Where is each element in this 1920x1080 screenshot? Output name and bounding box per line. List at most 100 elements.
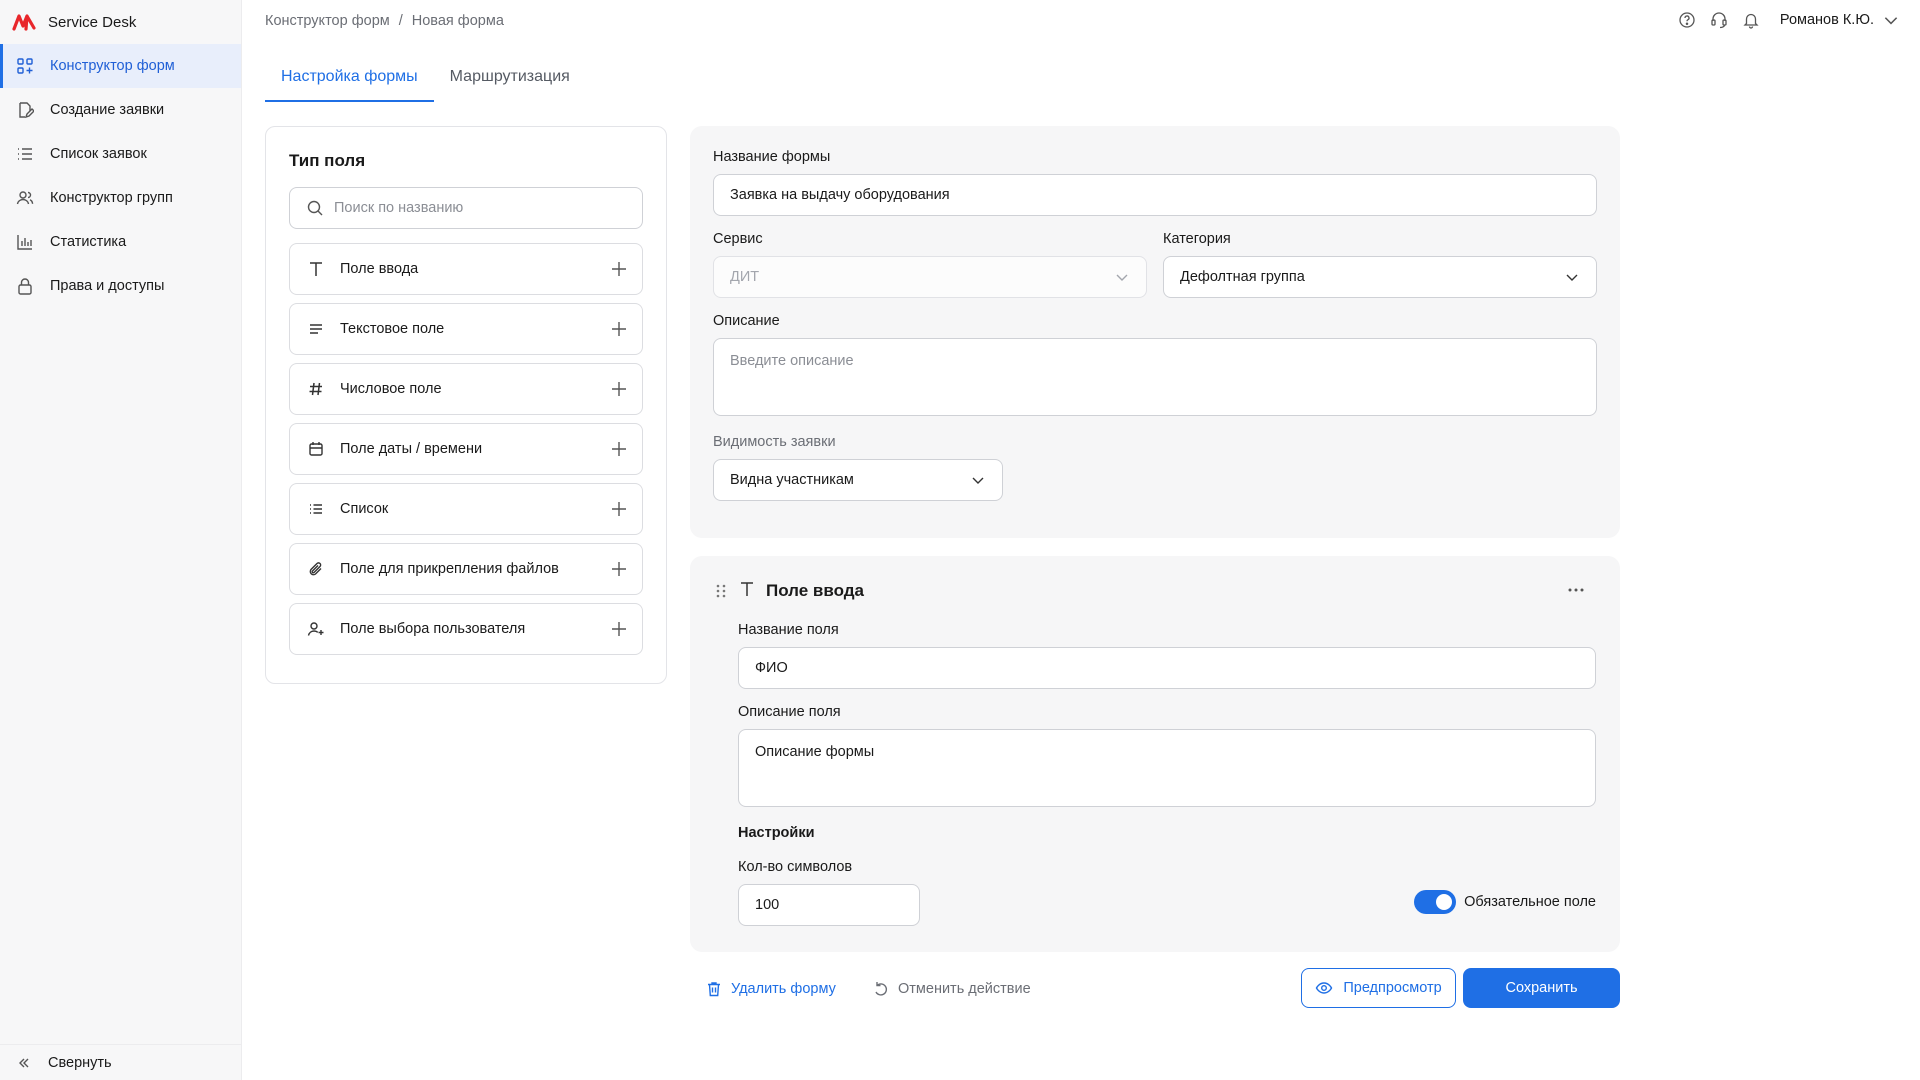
preview-button[interactable]: Предпросмотр bbox=[1301, 968, 1456, 1008]
collapse-label: Свернуть bbox=[48, 1054, 112, 1071]
category-select[interactable]: Дефолтная группа bbox=[1163, 256, 1597, 298]
eye-icon bbox=[1316, 982, 1333, 994]
hash-icon bbox=[309, 382, 322, 396]
chart-icon bbox=[17, 235, 32, 250]
more-options-icon[interactable] bbox=[1566, 580, 1586, 600]
drag-handle-icon[interactable] bbox=[714, 583, 728, 599]
category-value: Дефолтная группа bbox=[1180, 269, 1305, 285]
text-t-icon bbox=[310, 262, 322, 276]
description-textarea[interactable]: Введите описание bbox=[713, 338, 1597, 416]
paperclip-icon bbox=[309, 562, 322, 576]
add-icon[interactable] bbox=[610, 560, 628, 578]
add-icon[interactable] bbox=[610, 320, 628, 338]
required-toggle[interactable] bbox=[1414, 890, 1457, 914]
user-add-icon-wrap bbox=[306, 619, 326, 639]
category-label: Категория bbox=[1163, 231, 1231, 247]
add-icon[interactable] bbox=[610, 440, 628, 458]
field-type-label: Поле выбора пользователя bbox=[340, 621, 526, 637]
visibility-value: Видна участникам bbox=[730, 472, 854, 488]
field-card-title: Поле ввода bbox=[766, 581, 865, 600]
field-type-number[interactable]: Числовое поле bbox=[289, 363, 643, 415]
notification-bell-icon[interactable] bbox=[1742, 11, 1760, 29]
sidebar: Service Desk Конструктор форм Создание з… bbox=[0, 0, 242, 1080]
form-settings-card: Название формы Заявка на выдачу оборудов… bbox=[690, 126, 1620, 538]
group-icon bbox=[16, 191, 34, 205]
app-name: Service Desk bbox=[48, 13, 137, 31]
sidebar-item-label: Создание заявки bbox=[50, 102, 165, 118]
user-add-icon bbox=[307, 622, 324, 636]
chevron-down-icon bbox=[1884, 17, 1898, 25]
list-icon bbox=[18, 148, 32, 160]
field-description-textarea[interactable]: Описание формы bbox=[738, 729, 1596, 807]
add-icon[interactable] bbox=[610, 620, 628, 638]
text-lines-icon bbox=[310, 324, 322, 334]
breadcrumb: Конструктор форм / Новая форма bbox=[265, 13, 504, 29]
delete-form-button[interactable]: Удалить форму bbox=[705, 980, 836, 998]
char-count-group: Кол-во символов 100 bbox=[738, 859, 920, 926]
field-type-list[interactable]: Список bbox=[289, 483, 643, 535]
topbar: Конструктор форм / Новая форма Романов К… bbox=[242, 0, 1920, 44]
tab-form-settings[interactable]: Настройка формы bbox=[265, 56, 434, 102]
list-icon-wrap bbox=[306, 499, 326, 519]
field-type-label: Список bbox=[340, 501, 389, 517]
add-icon[interactable] bbox=[610, 380, 628, 398]
save-button[interactable]: Сохранить bbox=[1463, 968, 1620, 1008]
help-icon[interactable] bbox=[1678, 11, 1696, 29]
hash-icon-wrap bbox=[306, 379, 326, 399]
sidebar-item-label: Список заявок bbox=[50, 146, 147, 162]
field-description-label: Описание поля bbox=[738, 704, 841, 720]
field-card: Поле ввода Название поля ФИО Описание по… bbox=[690, 556, 1620, 952]
chevrons-left-icon bbox=[19, 1058, 29, 1067]
field-types-panel: Тип поля Поле ввода Текстовое поле Число… bbox=[265, 126, 667, 684]
field-type-datetime[interactable]: Поле даты / времени bbox=[289, 423, 643, 475]
user-menu[interactable]: Романов К.Ю. bbox=[1780, 11, 1900, 29]
form-name-input[interactable]: Заявка на выдачу оборудования bbox=[713, 174, 1597, 216]
field-type-label: Текстовое поле bbox=[340, 321, 445, 337]
field-type-search[interactable] bbox=[289, 187, 643, 229]
form-builder-icon bbox=[17, 58, 33, 74]
field-type-label: Поле ввода bbox=[340, 261, 419, 277]
field-type-textarea[interactable]: Текстовое поле bbox=[289, 303, 643, 355]
sidebar-nav: Конструктор форм Создание заявки Список … bbox=[0, 44, 241, 308]
sidebar-item-permissions[interactable]: Права и доступы bbox=[0, 264, 241, 308]
field-type-user-select[interactable]: Поле выбора пользователя bbox=[289, 603, 643, 655]
collapse-sidebar-button[interactable]: Свернуть bbox=[0, 1044, 241, 1080]
calendar-icon-wrap bbox=[306, 439, 326, 459]
field-name-label: Название поля bbox=[738, 622, 839, 638]
breadcrumb-separator: / bbox=[398, 13, 403, 29]
field-types-title: Тип поля bbox=[289, 151, 366, 170]
char-count-input[interactable]: 100 bbox=[738, 884, 920, 926]
settings-row: Кол-во символов 100 Обязательное поле bbox=[738, 859, 1596, 926]
tab-routing[interactable]: Маршрутизация bbox=[434, 56, 586, 102]
sidebar-item-label: Конструктор форм bbox=[50, 58, 175, 74]
text-t-icon-wrap bbox=[738, 580, 756, 602]
field-type-text-input[interactable]: Поле ввода bbox=[289, 243, 643, 295]
service-select[interactable]: ДИТ bbox=[713, 256, 1147, 298]
service-label: Сервис bbox=[713, 231, 763, 247]
add-icon[interactable] bbox=[610, 260, 628, 278]
visibility-label: Видимость заявки bbox=[713, 434, 836, 450]
tabs: Настройка формы Маршрутизация bbox=[265, 56, 586, 102]
sidebar-item-create-request[interactable]: Создание заявки bbox=[0, 88, 241, 132]
text-lines-icon-wrap bbox=[306, 319, 326, 339]
visibility-select[interactable]: Видна участникам bbox=[713, 459, 1003, 501]
sidebar-item-form-builder[interactable]: Конструктор форм bbox=[0, 44, 241, 88]
trash-icon bbox=[708, 982, 720, 997]
sidebar-item-request-list[interactable]: Список заявок bbox=[0, 132, 241, 176]
description-label: Описание bbox=[713, 313, 780, 329]
field-card-body: Название поля ФИО Описание поля Описание… bbox=[714, 622, 1596, 926]
sidebar-item-group-builder[interactable]: Конструктор групп bbox=[0, 176, 241, 220]
field-type-file-attachment[interactable]: Поле для прикрепления файлов bbox=[289, 543, 643, 595]
lock-icon bbox=[18, 278, 32, 295]
field-name-input[interactable]: ФИО bbox=[738, 647, 1596, 689]
breadcrumb-item-form-builder[interactable]: Конструктор форм bbox=[265, 13, 390, 29]
brand[interactable]: Service Desk bbox=[0, 0, 241, 44]
support-headset-icon[interactable] bbox=[1710, 11, 1728, 29]
undo-button[interactable]: Отменить действие bbox=[872, 980, 1031, 998]
sidebar-item-statistics[interactable]: Статистика bbox=[0, 220, 241, 264]
breadcrumb-item-current: Новая форма bbox=[411, 13, 504, 29]
search-input[interactable] bbox=[334, 200, 634, 216]
add-icon[interactable] bbox=[610, 500, 628, 518]
list-icon bbox=[310, 504, 322, 514]
brand-logo-icon bbox=[12, 14, 36, 31]
